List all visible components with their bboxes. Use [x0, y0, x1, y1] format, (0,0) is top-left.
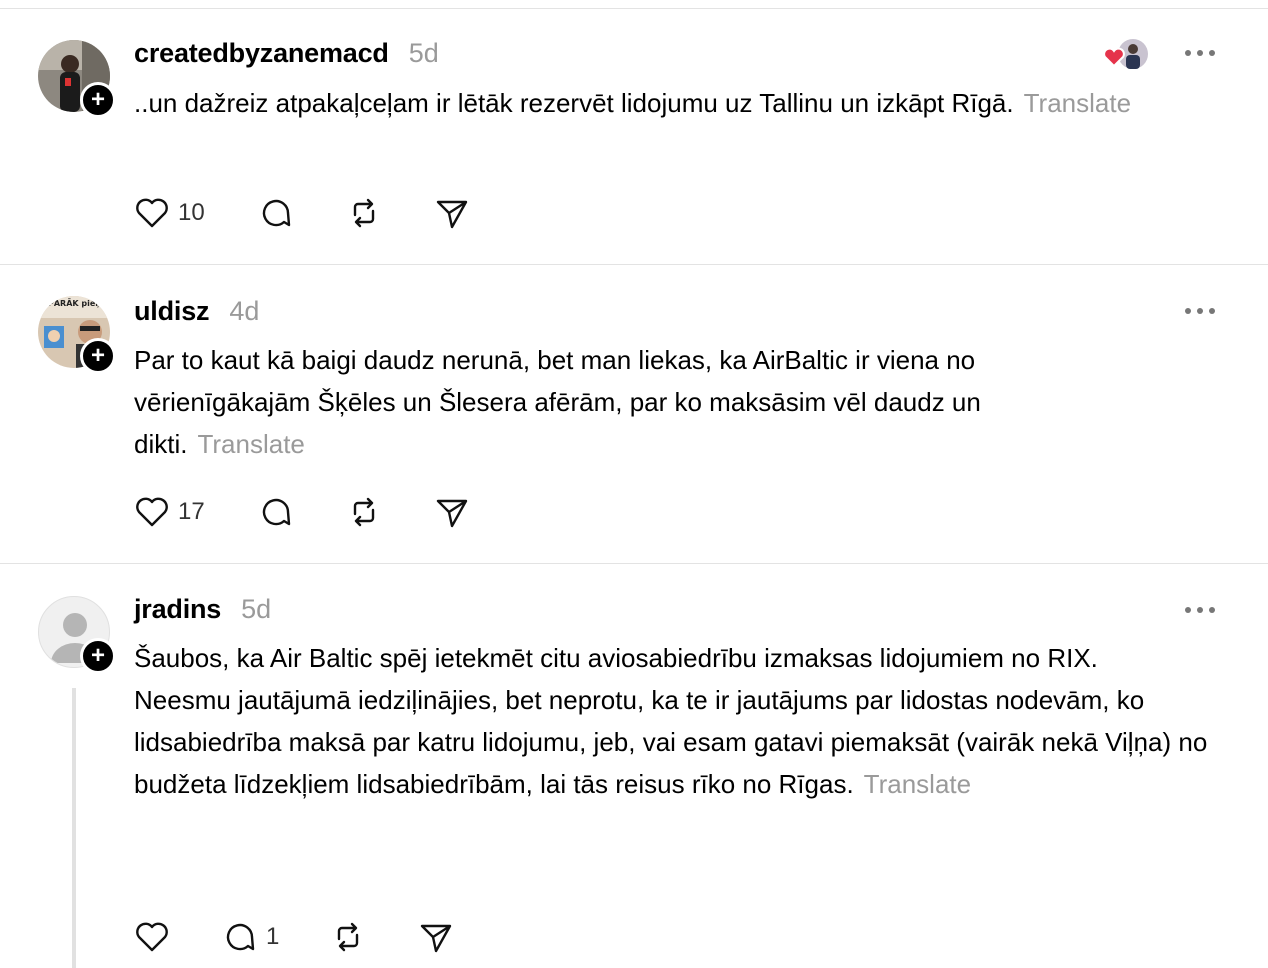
follow-plus-icon[interactable]: + [80, 338, 116, 374]
comment-icon [262, 498, 291, 526]
post-text: Par to kaut kā baigi daudz nerunā, bet m… [134, 339, 1114, 465]
timestamp[interactable]: 5d [241, 594, 271, 625]
follow-plus-icon[interactable]: + [80, 82, 116, 118]
repost-button[interactable] [346, 193, 382, 233]
svg-text:PĀRĀK pieņemties svarā: PĀRĀK pieņemties svarā [48, 298, 110, 308]
post-paragraph-2: Neesmu jautājumā iedziļinājies, bet nepr… [134, 685, 1208, 799]
avatar-uldisz[interactable]: PĀRĀK pieņemties svarā + [38, 296, 120, 378]
repost-button[interactable] [330, 917, 366, 957]
heart-icon [136, 198, 168, 228]
post-text: Šaubos, ka Air Baltic spēj ietekmēt citu… [134, 637, 1207, 805]
more-icon[interactable] [1185, 605, 1215, 615]
post-text: ..un dažreiz atpakaļceļam ir lētāk rezer… [134, 82, 1214, 124]
username[interactable]: createdbyzanemacd [134, 38, 389, 69]
more-icon[interactable] [1185, 48, 1215, 58]
share-icon [420, 924, 452, 953]
repost-icon [353, 198, 375, 228]
timestamp[interactable]: 5d [409, 38, 439, 69]
timestamp[interactable]: 4d [229, 296, 259, 327]
username[interactable]: jradins [134, 594, 221, 625]
heart-icon [136, 497, 168, 527]
repost-icon [337, 922, 359, 952]
avatar-jradins[interactable]: + [38, 596, 120, 678]
username[interactable]: uldisz [134, 296, 210, 327]
reply-count: 1 [266, 923, 280, 950]
translate-link[interactable]: Translate [864, 769, 971, 799]
share-button[interactable] [434, 193, 470, 233]
like-button[interactable]: 17 [134, 492, 205, 532]
translate-link[interactable]: Translate [1024, 88, 1131, 118]
repost-button[interactable] [346, 492, 382, 532]
more-icon[interactable] [1185, 306, 1215, 316]
post-1: + createdbyzanemacd 5d ..un dažreiz atpa… [0, 0, 1268, 264]
thread-feed: + createdbyzanemacd 5d ..un dažreiz atpa… [0, 0, 1268, 968]
translate-link[interactable]: Translate [197, 429, 304, 459]
like-button[interactable] [134, 917, 170, 957]
like-count: 10 [178, 199, 205, 226]
heart-icon [136, 922, 168, 952]
post-2: PĀRĀK pieņemties svarā + uldisz 4d Par t… [0, 264, 1268, 563]
post-body: ..un dažreiz atpakaļceļam ir lētāk rezer… [134, 88, 1014, 118]
share-icon [436, 499, 468, 528]
avatar-createdbyzanemacd[interactable]: + [38, 40, 120, 122]
like-count: 17 [178, 498, 205, 525]
like-button[interactable]: 10 [134, 193, 205, 233]
reply-button[interactable] [258, 492, 294, 532]
reaction-avatars[interactable] [1102, 38, 1150, 72]
post-header: createdbyzanemacd 5d [134, 38, 439, 69]
reply-button[interactable] [258, 193, 294, 233]
share-button[interactable] [418, 917, 454, 957]
share-icon [436, 200, 468, 229]
comment-icon [262, 199, 291, 227]
repost-icon [353, 497, 375, 527]
follow-plus-icon[interactable]: + [80, 638, 116, 674]
comment-icon [226, 923, 255, 951]
share-button[interactable] [434, 492, 470, 532]
reply-button[interactable]: 1 [222, 917, 279, 957]
post-header: uldisz 4d [134, 296, 259, 327]
post-3: + jradins 5d Šaubos, ka Air Baltic spēj … [0, 563, 1268, 968]
post-header: jradins 5d [134, 594, 271, 625]
post-paragraph-1: Šaubos, ka Air Baltic spēj ietekmēt citu… [134, 643, 1098, 673]
